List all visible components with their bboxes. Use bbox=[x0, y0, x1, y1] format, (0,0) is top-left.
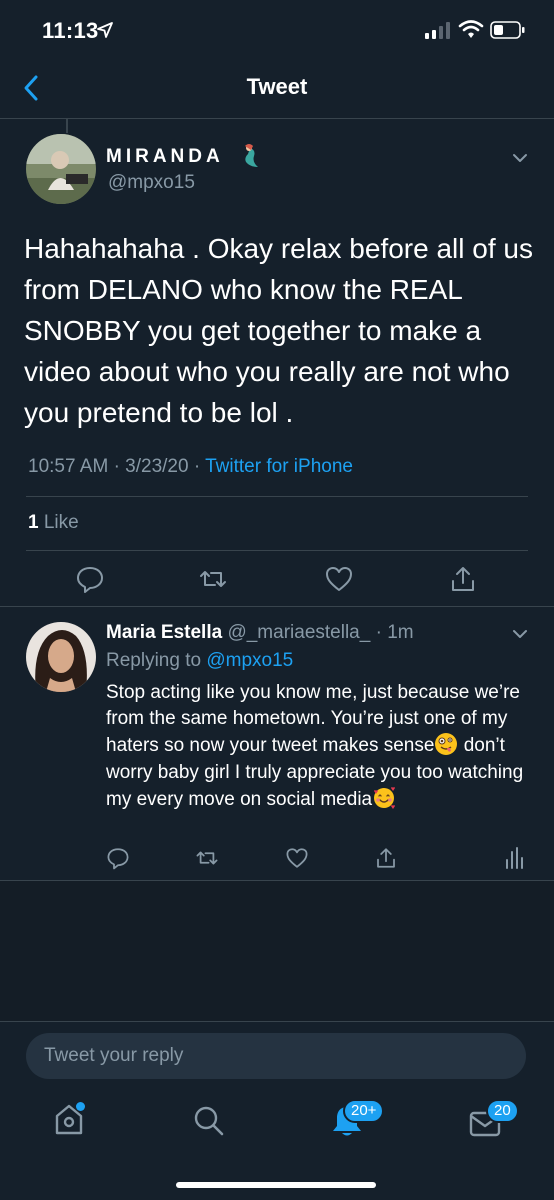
signal-icon bbox=[425, 22, 450, 39]
reply-text: Stop acting like you know me, just becau… bbox=[106, 680, 526, 813]
reply-author-handle[interactable]: @_mariaestella_ bbox=[227, 622, 370, 643]
retweet-icon[interactable] bbox=[195, 846, 219, 870]
like-icon[interactable] bbox=[285, 846, 309, 870]
divider bbox=[26, 550, 528, 551]
avatar-photo-icon bbox=[26, 622, 96, 692]
like-icon[interactable] bbox=[324, 564, 354, 594]
battery-icon bbox=[490, 21, 525, 39]
author-name[interactable]: MIRANDA bbox=[106, 146, 224, 168]
retweet-icon[interactable] bbox=[198, 564, 228, 594]
meta-separator: · bbox=[113, 456, 126, 477]
meta-separator: · bbox=[193, 456, 206, 477]
avatar[interactable] bbox=[26, 134, 96, 204]
status-time: 11:13 bbox=[42, 18, 99, 43]
reply-composer-placeholder: Tweet your reply bbox=[44, 1045, 184, 1066]
divider bbox=[0, 606, 554, 607]
divider bbox=[26, 496, 528, 497]
analytics-icon[interactable] bbox=[502, 846, 526, 870]
likes-count[interactable]: 1 Like bbox=[28, 512, 79, 534]
empty-timeline-area bbox=[0, 881, 554, 1021]
tweet-source-link[interactable]: Twitter for iPhone bbox=[205, 456, 353, 477]
page-title: Tweet bbox=[246, 74, 308, 99]
notifications-badge: 20+ bbox=[343, 1099, 385, 1123]
tweet-meta: 10:57 AM · 3/23/20 · Twitter for iPhone bbox=[28, 456, 353, 478]
thread-line bbox=[66, 119, 68, 133]
tweet-time: 10:57 AM bbox=[28, 456, 109, 477]
messages-badge: 20 bbox=[486, 1099, 519, 1123]
reply-age: 1m bbox=[387, 622, 414, 643]
header-divider bbox=[0, 118, 554, 119]
chevron-down-icon[interactable] bbox=[510, 626, 530, 642]
reply-author-name[interactable]: Maria Estella bbox=[106, 622, 222, 643]
avatar-photo-icon bbox=[26, 134, 96, 204]
chevron-down-icon[interactable] bbox=[510, 150, 530, 166]
reply-icon[interactable] bbox=[75, 564, 105, 594]
location-arrow-icon bbox=[97, 22, 113, 38]
home-indicator bbox=[176, 1182, 376, 1188]
home-new-content-dot bbox=[76, 1102, 85, 1111]
search-icon[interactable] bbox=[192, 1104, 226, 1138]
likes-label: Like bbox=[43, 512, 79, 533]
avatar[interactable] bbox=[26, 622, 96, 692]
wifi-icon bbox=[458, 20, 484, 38]
tweet-date: 3/23/20 bbox=[125, 456, 189, 477]
share-icon[interactable] bbox=[374, 846, 398, 870]
reply-header: Maria Estella @_mariaestella_ · 1m bbox=[106, 622, 414, 644]
replying-mention-link[interactable]: @mpxo15 bbox=[206, 650, 293, 671]
reply-icon[interactable] bbox=[106, 846, 130, 870]
meta-separator: · bbox=[370, 622, 388, 643]
likes-number: 1 bbox=[28, 512, 39, 533]
replying-to: Replying to @mpxo15 bbox=[106, 650, 293, 672]
tweet-text: Hahahahaha . Okay relax before all of us… bbox=[24, 233, 533, 428]
zany-face-emoji-icon bbox=[435, 733, 458, 756]
mermaid-emoji-icon bbox=[245, 144, 258, 167]
replying-prefix: Replying to bbox=[106, 650, 202, 671]
smiling-face-with-hearts-emoji-icon bbox=[374, 786, 396, 809]
share-icon[interactable] bbox=[448, 564, 478, 594]
author-handle[interactable]: @mpxo15 bbox=[108, 172, 195, 194]
